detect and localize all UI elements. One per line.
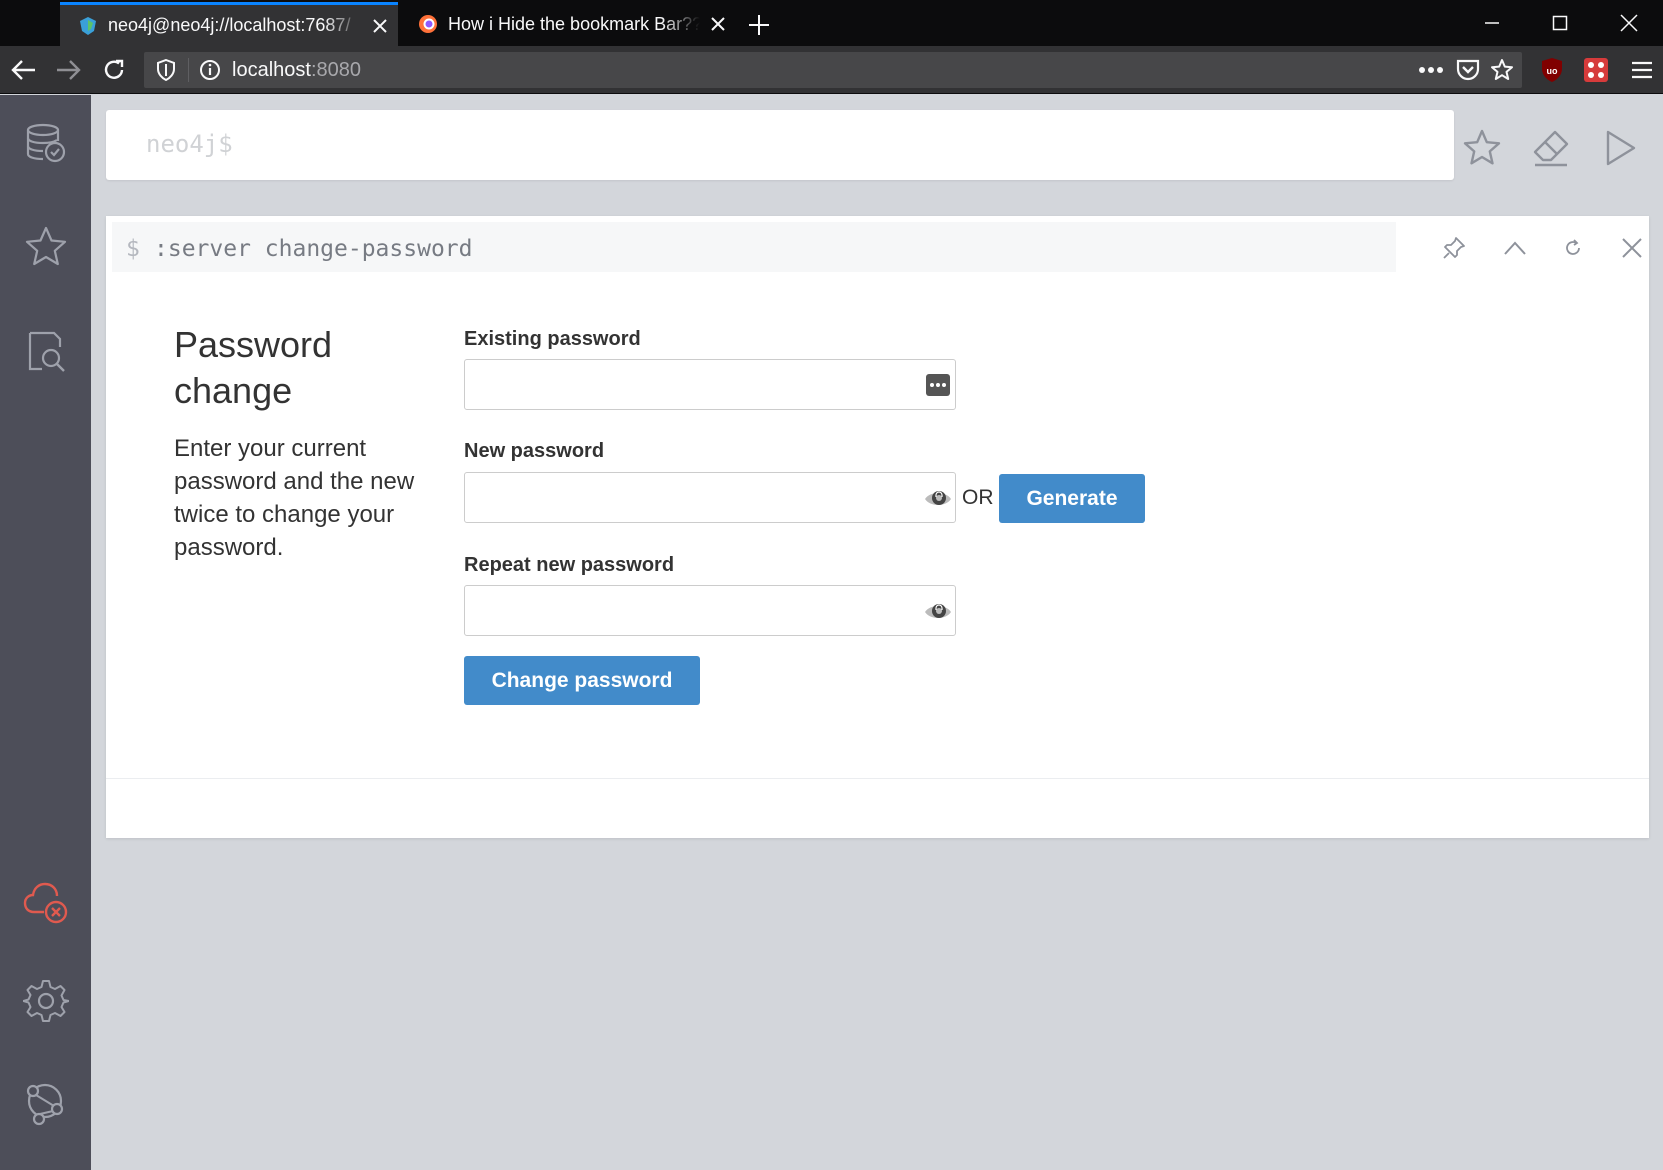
site-info-icon[interactable] (198, 58, 222, 82)
reload-icon (104, 59, 124, 79)
svg-text:uo: uo (1547, 66, 1558, 76)
maximize-icon (1552, 15, 1568, 31)
address-bar[interactable]: localhost:8080 (144, 52, 1522, 88)
connection-error-icon[interactable] (22, 878, 70, 926)
forward-button[interactable] (50, 52, 86, 88)
database-icon[interactable] (22, 119, 70, 167)
close-tab-icon[interactable] (700, 6, 736, 42)
new-password-field[interactable] (464, 472, 956, 523)
pocket-icon[interactable] (1456, 58, 1480, 82)
settings-icon[interactable] (22, 977, 70, 1025)
favorites-icon[interactable] (22, 223, 70, 271)
firefox-favicon-icon (418, 14, 438, 34)
back-button[interactable] (6, 52, 42, 88)
collapse-frame-button[interactable] (1495, 228, 1535, 268)
extension-puzzle-icon[interactable] (1580, 54, 1612, 86)
rerun-frame-button[interactable] (1553, 228, 1593, 268)
bookmark-star-icon[interactable] (1490, 58, 1514, 82)
password-manager-icon[interactable] (923, 370, 953, 400)
command-prompt: $ (126, 236, 140, 262)
pin-icon (1443, 237, 1465, 259)
minimize-icon (1485, 22, 1499, 24)
documents-search-icon[interactable] (22, 327, 70, 375)
neo4j-favicon-icon (78, 16, 98, 36)
tab-neo4j[interactable]: neo4j@neo4j://localhost:7687/ (60, 2, 398, 46)
result-frame: $ :server change-password Password chang… (106, 216, 1649, 838)
neo4j-sidebar (0, 95, 91, 1170)
tracking-protection-shield-icon[interactable] (154, 58, 178, 82)
editor-prompt: neo4j$ (146, 130, 233, 158)
frame-footer-divider (106, 778, 1649, 779)
show-password-eye-icon[interactable] (923, 596, 953, 626)
run-query-button[interactable] (1596, 124, 1644, 172)
close-icon (1622, 238, 1642, 258)
minimize-window-button[interactable] (1458, 0, 1526, 46)
change-password-button[interactable]: Change password (464, 656, 700, 705)
page-title: Password change (174, 324, 333, 411)
generate-button[interactable]: Generate (999, 474, 1145, 523)
frame-command: :server change-password (154, 236, 473, 262)
tab-title: neo4j@neo4j://localhost:7687/ (108, 15, 351, 35)
or-separator: OR (962, 486, 994, 509)
show-password-eye-icon[interactable] (923, 483, 953, 513)
tab-title: How i Hide the bookmark Bar?? : (448, 13, 700, 34)
hamburger-menu-icon[interactable] (1626, 54, 1658, 86)
ublock-origin-extension-icon[interactable]: uo (1536, 54, 1568, 86)
close-window-button[interactable] (1595, 0, 1663, 46)
url-port: :8080 (310, 59, 361, 81)
eraser-icon (1533, 130, 1569, 167)
address-bar-separator (188, 58, 189, 82)
reload-button[interactable] (96, 52, 132, 88)
frame-command-bar[interactable]: $ :server change-password (112, 222, 1396, 272)
close-frame-button[interactable] (1612, 228, 1652, 268)
url-text: localhost:8080 (232, 59, 361, 82)
clear-editor-button[interactable] (1527, 124, 1575, 172)
repeat-password-label: Repeat new password (464, 554, 675, 576)
new-password-label: New password (464, 440, 605, 462)
pin-frame-button[interactable] (1434, 228, 1474, 268)
page-actions-ellipsis-icon[interactable] (1416, 58, 1446, 82)
chevron-up-icon (1504, 241, 1526, 255)
repeat-password-field[interactable] (464, 585, 956, 636)
refresh-icon (1566, 239, 1580, 255)
neo4j-about-icon[interactable] (22, 1079, 70, 1127)
existing-password-label: Existing password (464, 328, 641, 350)
new-tab-button[interactable] (742, 8, 776, 42)
favorite-query-button[interactable] (1458, 124, 1506, 172)
arrow-left-icon (11, 60, 35, 80)
existing-password-field[interactable] (464, 359, 956, 410)
maximize-window-button[interactable] (1526, 0, 1594, 46)
star-icon (1463, 129, 1501, 165)
url-host: localhost (232, 59, 311, 81)
browser-tab-bar: neo4j@neo4j://localhost:7687/ How i Hide… (0, 0, 1663, 46)
arrow-right-icon (57, 60, 81, 80)
close-icon (1620, 14, 1638, 32)
plus-icon (749, 15, 769, 35)
tab-firefox-support[interactable]: How i Hide the bookmark Bar?? : (400, 2, 736, 46)
close-tab-icon[interactable] (362, 8, 398, 44)
cypher-editor[interactable]: neo4j$ (106, 110, 1454, 180)
browser-toolbar: localhost:8080 uo (0, 46, 1663, 94)
page-description: Enter your current password and the new … (174, 435, 415, 561)
play-icon (1606, 130, 1636, 166)
